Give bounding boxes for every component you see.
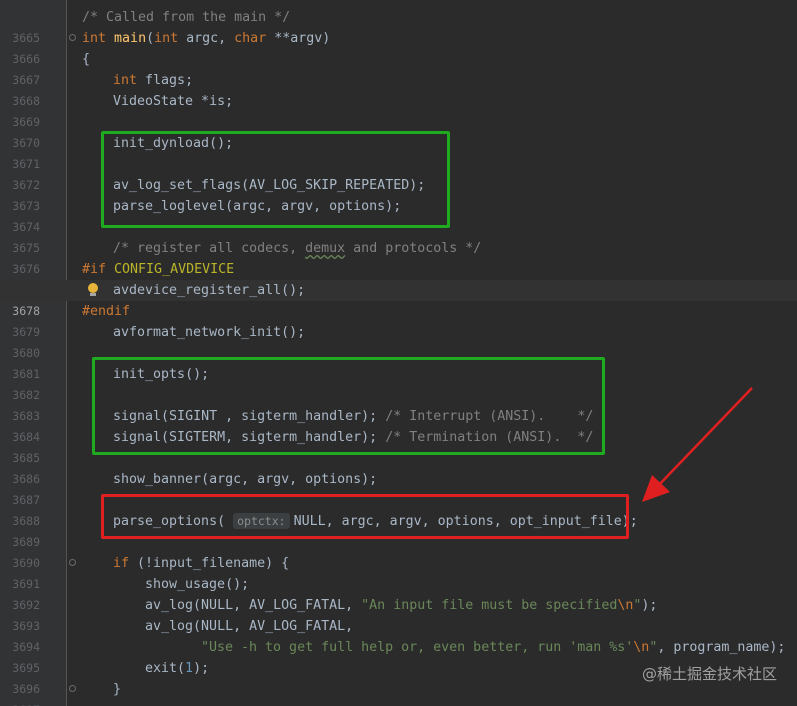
- line-code: exit(1);: [145, 658, 209, 679]
- function-call: avdevice_register_all: [113, 283, 282, 298]
- line-code: if (!input_filename) {: [113, 553, 289, 574]
- function-call: exit: [145, 661, 178, 676]
- punctuation: ();: [225, 577, 250, 592]
- annotation-arrow-icon: [642, 387, 753, 502]
- function-call: av_log: [145, 619, 194, 634]
- function-call: show_banner: [113, 472, 202, 487]
- preprocessor-directive: #if: [82, 262, 115, 277]
- string-literal: "An input file must be specified: [361, 598, 618, 613]
- brace: {: [82, 52, 91, 67]
- code-line[interactable]: 3669 VideoState *is;: [0, 91, 797, 129]
- code-line[interactable]: 3670: [0, 112, 797, 150]
- escape-sequence: \n: [617, 598, 634, 613]
- escape-sequence: \n: [633, 640, 650, 655]
- code-line[interactable]: 3692 show_usage();: [0, 574, 797, 612]
- code-line[interactable]: 3665 /* Called from the main */: [0, 7, 797, 45]
- comment: /* register all codecs,: [113, 241, 306, 256]
- punctuation: );: [193, 661, 210, 676]
- code-line[interactable]: 3694 av_log(NULL, AV_LOG_FATAL,: [0, 616, 797, 654]
- code-line[interactable]: 3668 int flags;: [0, 70, 797, 108]
- function-call: avformat_network_init: [113, 325, 282, 340]
- keyword: int: [113, 73, 138, 88]
- keyword: char: [234, 31, 267, 46]
- punctuation: ();: [281, 283, 306, 298]
- highlight-box-green: [101, 131, 450, 228]
- code-line[interactable]: 3676 /* register all codecs, demux and p…: [0, 238, 797, 276]
- arguments: (argc, argv, options);: [201, 472, 378, 487]
- fold-marker-icon[interactable]: [69, 34, 76, 41]
- highlight-box-red: [101, 494, 629, 539]
- parameter: **argv): [266, 31, 331, 46]
- watermark: @稀土掘金技术社区: [641, 665, 777, 683]
- number-literal: 1: [185, 661, 194, 676]
- line-code: show_banner(argc, argv, options);: [113, 469, 377, 490]
- arguments: (NULL, AV_LOG_FATAL,: [193, 598, 362, 613]
- line-code: {: [82, 49, 90, 70]
- function-name: main: [114, 31, 147, 46]
- line-code: av_log(NULL, AV_LOG_FATAL, "An input fil…: [145, 595, 657, 616]
- line-code: avformat_network_init();: [113, 322, 305, 343]
- lightbulb-icon[interactable]: [88, 283, 98, 296]
- code-line[interactable]: 3666 int main(int argc, char **argv): [0, 28, 797, 66]
- fold-marker-icon[interactable]: [69, 685, 76, 692]
- punctuation: );: [641, 598, 658, 613]
- line-code: /* register all codecs, demux and protoc…: [113, 238, 481, 259]
- function-call: av_log: [145, 598, 194, 613]
- parameter: argc,: [178, 31, 235, 46]
- punctuation: (: [146, 31, 155, 46]
- code-line[interactable]: 3695 "Use -h to get full help or, even b…: [0, 637, 797, 675]
- code-editor[interactable]: 3665 /* Called from the main */ 3666 int…: [0, 0, 797, 706]
- arguments: , program_name);: [657, 640, 786, 655]
- arrow-shaft: [655, 387, 753, 489]
- code-line[interactable]: 3677 #if CONFIG_AVDEVICE: [0, 259, 797, 297]
- comment: and protocols */: [345, 241, 482, 256]
- brace: }: [113, 682, 122, 697]
- line-code: VideoState *is;: [113, 91, 233, 112]
- arguments: (NULL, AV_LOG_FATAL,: [193, 619, 354, 634]
- condition: (!input_filename) {: [129, 556, 290, 571]
- line-code: av_log(NULL, AV_LOG_FATAL,: [145, 616, 353, 637]
- line-code: /* Called from the main */: [82, 7, 290, 28]
- variable: flags;: [137, 73, 194, 88]
- line-code: }: [113, 679, 121, 700]
- line-code: #endif: [82, 301, 130, 322]
- string-literal: "Use -h to get full help or, even better…: [201, 640, 634, 655]
- code-line[interactable]: 3679 #endif: [0, 301, 797, 339]
- punctuation: (: [177, 661, 186, 676]
- comment: /* Called from the main */: [82, 10, 291, 25]
- line-code: avdevice_register_all();: [113, 280, 305, 301]
- line-code: #if CONFIG_AVDEVICE: [82, 259, 234, 280]
- variable: VideoState *is;: [113, 94, 234, 109]
- line-code: show_usage();: [145, 574, 249, 595]
- keyword: if: [113, 556, 130, 571]
- function-call: show_usage: [145, 577, 226, 592]
- fold-marker-icon[interactable]: [69, 559, 76, 566]
- line-code: int flags;: [113, 70, 193, 91]
- comment-typo: demux: [305, 241, 346, 256]
- punctuation: ();: [281, 325, 306, 340]
- keyword: int: [154, 31, 179, 46]
- code-line[interactable]: 3680 avformat_network_init();: [0, 322, 797, 360]
- code-line[interactable]: 3691 if (!input_filename) {: [0, 553, 797, 591]
- code-line-current[interactable]: 3678 avdevice_register_all();: [0, 280, 797, 318]
- macro: CONFIG_AVDEVICE: [114, 262, 235, 277]
- line-code: "Use -h to get full help or, even better…: [201, 637, 785, 658]
- keyword: int: [82, 31, 107, 46]
- highlight-box-green: [92, 357, 605, 455]
- line-number: 3697: [0, 700, 40, 706]
- line-code: int main(int argc, char **argv): [82, 28, 330, 49]
- code-line[interactable]: 3667 {: [0, 49, 797, 87]
- code-line[interactable]: 3693 av_log(NULL, AV_LOG_FATAL, "An inpu…: [0, 595, 797, 633]
- preprocessor-directive: #endif: [82, 304, 131, 319]
